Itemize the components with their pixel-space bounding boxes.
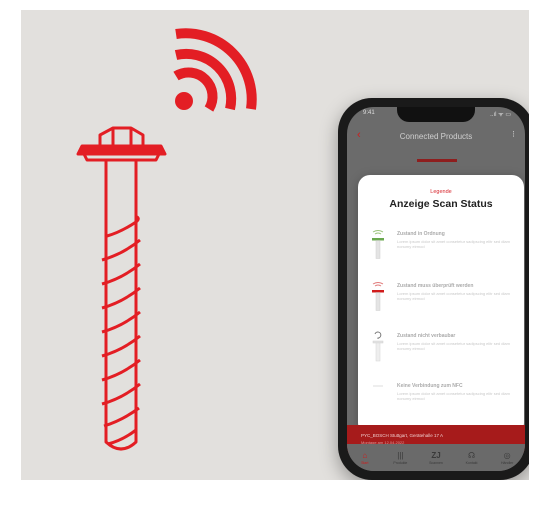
product-illustration: 9:41 ..ıl ᯤ ▭ ‹ Connected Products ⁝ Leg… — [21, 10, 529, 480]
phone-notch — [397, 107, 475, 122]
modal-title: Anzeige Scan Status — [389, 198, 493, 210]
nav-item-start[interactable]: ⌂ Start — [350, 451, 380, 465]
nav-label: Kontakt — [465, 460, 478, 465]
legend-modal: Legende Anzeige Scan Status Zustand in O… — [358, 175, 524, 435]
location-title: PYC_BOSCH Stuttgart, Gerätehalle 17 A — [361, 433, 444, 438]
more-icon[interactable]: ⁝ — [512, 129, 515, 140]
modal-overline: Legende — [430, 189, 452, 195]
status-indicators: ..ıl ᯤ ▭ — [490, 112, 511, 118]
nav-item-produkte[interactable]: ||| Produkte — [385, 451, 415, 465]
home-icon: ⌂ — [362, 450, 368, 460]
back-arrow-icon[interactable]: ‹ — [357, 129, 361, 141]
nav-label: Start — [361, 460, 369, 465]
app-header: ‹ Connected Products ⁝ — [347, 123, 525, 149]
anchor-unknown-icon — [372, 331, 384, 362]
nav-label: Händler — [501, 460, 514, 465]
nav-label: Scannen — [429, 460, 443, 465]
dealer-icon: ◎ — [503, 450, 511, 460]
legend-item: Zustand nicht verbaubar Lorem ipsum dolo… — [370, 329, 514, 369]
nav-label: Produkte — [393, 460, 408, 465]
bottom-navigation: ⌂ Start ||| Produkte ZJ Scannen ☊ Kontak… — [347, 444, 525, 471]
legend-desc: Lorem ipsum dolor sit amet consetetur sa… — [397, 239, 510, 249]
phone-screen: 9:41 ..ıl ᯤ ▭ ‹ Connected Products ⁝ Leg… — [347, 107, 525, 471]
legend-label: Zustand in Ordnung — [397, 231, 445, 237]
legend-item: Zustand in Ordnung Lorem ipsum dolor sit… — [370, 227, 514, 267]
anchor-ok-icon — [372, 230, 384, 259]
nav-item-scannen[interactable]: ZJ Scannen — [421, 451, 451, 465]
smartphone-mockup: 9:41 ..ıl ᯤ ▭ ‹ Connected Products ⁝ Leg… — [338, 98, 529, 480]
legend-item: Zustand muss überprüft werden Lorem ipsu… — [370, 279, 514, 319]
legend-item: Keine Verbindung zum NFC Lorem ipsum dol… — [370, 379, 514, 419]
concrete-screw-icon — [76, 126, 167, 451]
legend-desc: Lorem ipsum dolor sit amet consetetur sa… — [397, 391, 510, 401]
legend-desc: Lorem ipsum dolor sit amet consetetur sa… — [397, 291, 510, 301]
legend-label: Zustand muss überprüft werden — [397, 283, 474, 289]
legend-desc: Lorem ipsum dolor sit amet consetetur sa… — [397, 341, 510, 351]
anchor-check-icon — [372, 282, 384, 311]
wireless-signal-icon — [173, 28, 257, 112]
legend-label: Zustand nicht verbaubar — [397, 333, 456, 339]
tab-indicator — [417, 159, 457, 162]
nfc-none-icon — [373, 385, 383, 387]
contact-icon: ☊ — [468, 450, 476, 460]
legend-label: Keine Verbindung zum NFC — [397, 383, 463, 389]
status-time: 9:41 — [363, 110, 375, 116]
nav-item-kontakt[interactable]: ☊ Kontakt — [457, 451, 487, 465]
header-title: Connected Products — [399, 131, 473, 141]
products-icon: ||| — [397, 450, 404, 460]
nav-item-haendler[interactable]: ◎ Händler — [492, 451, 522, 465]
scan-icon: ZJ — [431, 450, 441, 460]
